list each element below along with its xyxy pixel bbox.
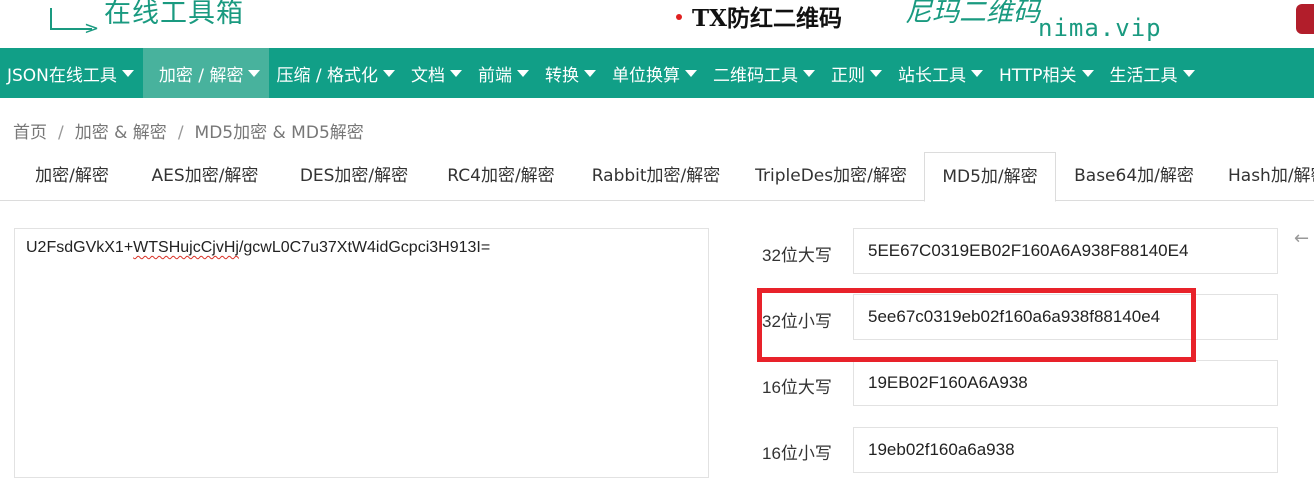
caret-down-icon xyxy=(1081,69,1094,77)
nav-regex[interactable]: 正则 xyxy=(824,48,891,98)
input-text-prefix: U2FsdGVkX1+ xyxy=(26,239,134,256)
nav-docs[interactable]: 文档 xyxy=(404,48,471,98)
caret-down-icon xyxy=(803,69,815,77)
caret-down-icon xyxy=(1182,69,1195,77)
banner-slogan: 在线工具箱 xyxy=(104,0,244,29)
banner-ad-label: TX防红二维码 xyxy=(692,5,842,32)
banner-ad-text[interactable]: TX防红二维码 xyxy=(676,0,842,32)
nav-label: 加密 / 解密 xyxy=(158,65,244,86)
breadcrumb-current: MD5加密 & MD5解密 xyxy=(194,123,364,143)
nav-unit-conversion[interactable]: 单位换算 xyxy=(605,48,706,98)
tab-encrypt-decrypt[interactable]: 加密/解密 xyxy=(18,152,126,201)
tab-base64[interactable]: Base64加/解密 xyxy=(1060,152,1208,201)
caret-down-icon xyxy=(870,69,882,77)
breadcrumb-separator: / xyxy=(177,123,184,143)
highlight-annotation-box xyxy=(757,288,1196,362)
tool-tabs: 加密/解密 AES加密/解密 DES加密/解密 RC4加密/解密 Rabbit加… xyxy=(0,152,1314,202)
result-label-32-upper: 32位大写 xyxy=(762,246,832,265)
nav-label: 生活工具 xyxy=(1109,65,1178,86)
nav-label: 站长工具 xyxy=(898,65,966,86)
tab-md5[interactable]: MD5加/解密 xyxy=(924,152,1056,202)
caret-down-icon xyxy=(248,69,261,77)
tab-rabbit[interactable]: Rabbit加密/解密 xyxy=(577,152,735,201)
breadcrumb-section[interactable]: 加密 & 解密 xyxy=(75,123,167,143)
nav-label: HTTP相关 xyxy=(999,65,1077,86)
tab-rc4[interactable]: RC4加密/解密 xyxy=(430,152,572,201)
seal-logo xyxy=(1296,4,1314,34)
top-banner: > 在线工具箱 TX防红二维码 尼玛二维码 nima.vip xyxy=(0,0,1314,48)
banner-script-text: 尼玛二维码 xyxy=(905,0,1040,28)
nav-http[interactable]: HTTP相关 xyxy=(992,48,1103,98)
result-field-16-lower[interactable]: 19eb02f160a6a938 xyxy=(853,427,1278,473)
nav-qrcode-tools[interactable]: 二维码工具 xyxy=(706,48,824,98)
caret-down-icon xyxy=(121,69,134,77)
banner-domain[interactable]: nima.vip xyxy=(1038,14,1162,42)
input-text-suffix: /gcwL0C7u37XtW4idGcpci3H913I= xyxy=(238,239,491,256)
tab-hash[interactable]: Hash加/解密 xyxy=(1214,152,1314,201)
caret-down-icon xyxy=(450,69,462,77)
nav-label: 压缩 / 格式化 xyxy=(276,65,378,86)
nav-label: JSON在线工具 xyxy=(7,65,117,86)
nav-label: 单位换算 xyxy=(612,65,680,86)
breadcrumb: 首页 / 加密 & 解密 / MD5加密 & MD5解密 xyxy=(13,118,364,143)
nav-convert[interactable]: 转换 xyxy=(538,48,605,98)
nav-label: 二维码工具 xyxy=(713,65,798,86)
nav-label: 前端 xyxy=(478,65,512,86)
nav-compress-format[interactable]: 压缩 / 格式化 xyxy=(269,48,404,98)
caret-down-icon xyxy=(517,69,529,77)
md5-input-textarea[interactable]: U2FsdGVkX1+WTSHujcCjvHj/gcwL0C7u37XtW4id… xyxy=(14,228,709,478)
arrow-left-icon[interactable]: ← xyxy=(1294,228,1309,249)
caret-down-icon xyxy=(971,69,983,77)
nav-label: 正则 xyxy=(831,65,865,86)
caret-down-icon xyxy=(685,69,697,77)
main-nav: JSON在线工具 加密 / 解密 压缩 / 格式化 文档 前端 转换 单位换算 … xyxy=(0,48,1314,98)
nav-label: 转换 xyxy=(545,65,579,86)
nav-frontend[interactable]: 前端 xyxy=(471,48,538,98)
caret-down-icon xyxy=(383,69,395,77)
red-dot-icon xyxy=(676,14,682,20)
caret-down-icon xyxy=(584,69,596,77)
nav-label: 文档 xyxy=(411,65,445,86)
result-field-16-upper[interactable]: 19EB02F160A6A938 xyxy=(853,360,1278,406)
result-field-32-upper[interactable]: 5EE67C0319EB02F160A6A938F88140E4 xyxy=(853,228,1278,274)
nav-webmaster-tools[interactable]: 站长工具 xyxy=(891,48,992,98)
nav-encrypt-decrypt[interactable]: 加密 / 解密 xyxy=(142,48,270,98)
nav-life-tools[interactable]: 生活工具 xyxy=(1103,48,1204,98)
banner-slogan-group: > 在线工具箱 xyxy=(48,0,244,38)
tab-aes[interactable]: AES加密/解密 xyxy=(134,152,276,201)
input-text-misspelled: WTSHujcCjvHj xyxy=(133,239,239,256)
corner-arrow-icon: > xyxy=(48,8,104,38)
tab-des[interactable]: DES加密/解密 xyxy=(282,152,426,201)
nav-json-tools[interactable]: JSON在线工具 xyxy=(0,48,143,98)
result-label-16-upper: 16位大写 xyxy=(762,378,832,397)
breadcrumb-separator: / xyxy=(58,123,64,143)
result-label-16-lower: 16位小写 xyxy=(762,444,832,463)
breadcrumb-home[interactable]: 首页 xyxy=(13,123,47,143)
tab-tripledes[interactable]: TripleDes加密/解密 xyxy=(741,152,921,201)
